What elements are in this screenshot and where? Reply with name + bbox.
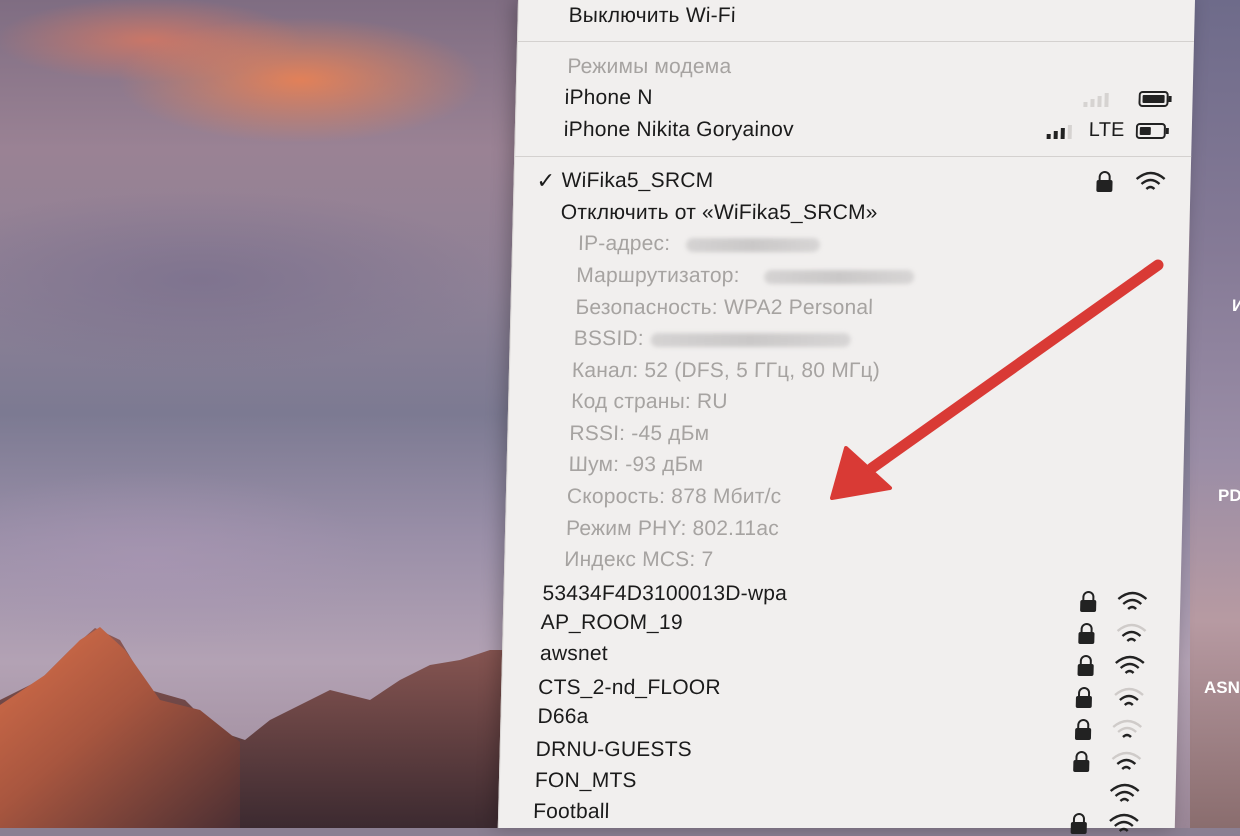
network-item[interactable]: AP_ROOM_19 xyxy=(540,611,684,635)
network-item[interactable]: awsnet xyxy=(540,642,608,666)
lock-icon xyxy=(1078,623,1095,644)
detail-channel: Канал: 52 (DFS, 5 ГГц, 80 МГц) xyxy=(571,359,881,382)
detail-noise: Шум: -93 дБм xyxy=(568,453,704,476)
hotspot-section-header: Режимы модема xyxy=(567,55,732,78)
desktop-icon-label: PD xyxy=(1218,486,1240,505)
network-item[interactable]: CTS_2-nd_FLOOR xyxy=(538,676,721,700)
desktop-icon-label: ASN xyxy=(1204,678,1240,697)
network-item[interactable]: FON_MTS xyxy=(535,769,637,793)
redacted-value xyxy=(650,333,851,347)
detail-mcs-index: Индекс MCS: 7 xyxy=(564,548,714,571)
desktop-right-edge xyxy=(1190,0,1240,828)
network-item[interactable]: D66a xyxy=(537,705,589,729)
redacted-value xyxy=(764,270,915,284)
wifi-signal-icon xyxy=(1114,687,1144,706)
lock-icon xyxy=(1070,813,1087,834)
detail-bssid: BSSID: xyxy=(573,327,645,350)
detail-ip-address: IP-адрес: xyxy=(577,232,671,255)
lock-icon xyxy=(1080,591,1097,612)
wifi-signal-icon xyxy=(1135,171,1166,190)
network-item[interactable]: 53434F4D3100013D-wpa xyxy=(542,582,787,606)
hotspot-iphone-n[interactable]: iPhone N xyxy=(564,86,653,110)
disconnect-item[interactable]: Отключить от «WiFika5_SRCM» xyxy=(561,201,878,225)
wifi-signal-icon xyxy=(1109,813,1139,832)
connected-network-name[interactable]: WiFika5_SRCM xyxy=(561,169,713,193)
signal-strength-icon xyxy=(1083,93,1109,107)
wifi-signal-icon xyxy=(1117,591,1148,610)
redacted-value xyxy=(685,238,821,252)
detail-country-code: Код страны: RU xyxy=(570,390,728,413)
network-type-label: LTE xyxy=(1088,119,1125,141)
wifi-signal-icon xyxy=(1109,783,1140,802)
network-item[interactable]: DRNU-GUESTS xyxy=(535,738,692,762)
wifi-signal-icon xyxy=(1116,623,1147,642)
menu-separator xyxy=(515,156,1192,157)
battery-icon xyxy=(1135,123,1169,139)
detail-speed: Скорость: 878 Мбит/с xyxy=(566,485,782,508)
hotspot-iphone-nikita[interactable]: iPhone Nikita Goryainov xyxy=(564,118,794,142)
lock-icon xyxy=(1074,719,1092,740)
wifi-menu: Выключить Wi-Fi Режимы модема iPhone N i… xyxy=(497,0,1195,834)
network-item[interactable]: Football xyxy=(533,800,610,824)
detail-security: Безопасность: WPA2 Personal xyxy=(575,296,874,319)
wifi-signal-icon xyxy=(1112,719,1143,738)
signal-strength-icon xyxy=(1046,125,1072,139)
desktop-icon-label: И xyxy=(1232,296,1240,315)
battery-icon xyxy=(1138,91,1172,107)
wifi-signal-icon xyxy=(1111,751,1142,770)
lock-icon xyxy=(1096,171,1113,192)
wifi-signal-icon xyxy=(1115,655,1145,674)
detail-rssi: RSSI: -45 дБм xyxy=(569,422,710,445)
lock-icon xyxy=(1073,751,1090,772)
checkmark-icon: ✓ xyxy=(536,168,556,193)
lock-icon xyxy=(1077,655,1094,676)
detail-phy-mode: Режим PHY: 802.11ac xyxy=(565,517,780,540)
detail-router: Маршрутизатор: xyxy=(575,264,741,287)
menu-separator xyxy=(517,41,1194,42)
turn-off-wifi-item[interactable]: Выключить Wi-Fi xyxy=(568,4,736,28)
lock-icon xyxy=(1075,687,1092,708)
